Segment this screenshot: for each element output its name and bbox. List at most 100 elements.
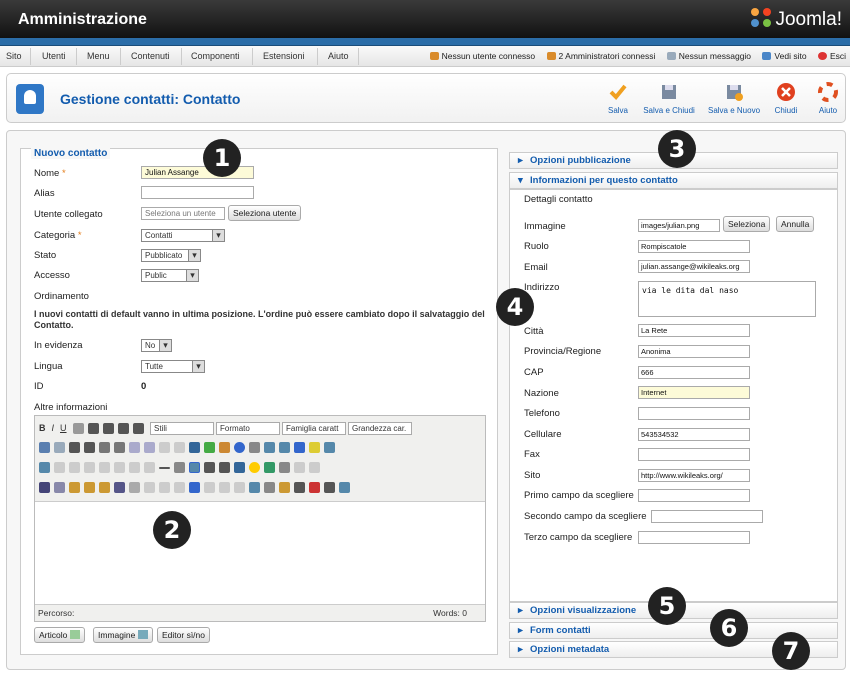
paste-word-icon[interactable] — [99, 482, 110, 494]
font-size-select[interactable]: Grandezza car. — [348, 422, 413, 435]
edit-icon[interactable] — [39, 462, 50, 474]
merge-cells-icon[interactable] — [144, 462, 155, 474]
rtl-icon[interactable] — [309, 462, 320, 474]
redo-icon[interactable] — [144, 442, 155, 454]
close-button[interactable]: Chiudi — [772, 82, 800, 115]
acronym-icon[interactable] — [234, 482, 245, 494]
delete-row-icon[interactable] — [114, 462, 125, 474]
emoticon-icon[interactable] — [249, 462, 260, 474]
format-select[interactable]: Formato — [216, 422, 281, 435]
styles-select[interactable]: Stili — [150, 422, 215, 435]
image-icon[interactable] — [204, 442, 215, 454]
province-field[interactable]: Anonima — [638, 345, 750, 358]
insert-time-icon[interactable] — [279, 442, 290, 454]
joomla-logo[interactable]: Joomla! — [751, 8, 842, 31]
del-icon[interactable] — [249, 482, 260, 494]
styleprops-icon[interactable] — [189, 482, 200, 494]
third-custom-field[interactable] — [638, 531, 750, 544]
strikethrough-icon[interactable] — [72, 423, 84, 434]
address-field[interactable]: via le dita dal naso — [638, 281, 816, 317]
cite-icon[interactable] — [204, 482, 215, 494]
preview-icon[interactable] — [324, 442, 335, 454]
help-icon[interactable] — [234, 442, 245, 454]
access-select[interactable]: Public — [141, 269, 199, 282]
special-char-icon[interactable] — [234, 462, 245, 474]
text-color-icon[interactable] — [294, 442, 305, 454]
ltr-icon[interactable] — [294, 462, 305, 474]
cleanup-icon[interactable] — [219, 442, 230, 454]
menu-item-estensioni[interactable]: Estensioni — [263, 51, 305, 61]
menu-item-menu[interactable]: Menu — [87, 51, 110, 61]
underline-icon[interactable]: U — [60, 423, 67, 433]
language-select[interactable]: Tutte — [141, 360, 205, 373]
alias-field[interactable] — [141, 186, 254, 199]
cut-icon[interactable] — [39, 482, 50, 494]
bold-icon[interactable]: B — [39, 423, 46, 433]
insert-row-icon[interactable] — [99, 462, 110, 474]
indent-icon[interactable] — [114, 442, 125, 454]
replace-icon[interactable] — [54, 442, 65, 454]
find-icon[interactable] — [39, 442, 50, 454]
copy-icon[interactable] — [54, 482, 65, 494]
numbered-list-icon[interactable] — [84, 442, 95, 454]
link-icon[interactable] — [159, 442, 170, 454]
blockquote-icon[interactable] — [324, 482, 335, 494]
featured-select[interactable]: No — [141, 339, 172, 352]
template-icon[interactable] — [309, 482, 320, 494]
undo-icon[interactable] — [129, 442, 140, 454]
insert-layer-icon[interactable] — [129, 482, 140, 494]
website-field[interactable]: http://www.wikileaks.org/ — [638, 469, 750, 482]
move-backward-icon[interactable] — [159, 482, 170, 494]
fullscreen-icon[interactable] — [339, 482, 350, 494]
highlight-icon[interactable] — [309, 442, 320, 454]
align-left-icon[interactable] — [87, 423, 99, 434]
image-button[interactable]: Immagine — [93, 627, 153, 643]
anchor-icon[interactable] — [189, 442, 200, 454]
menu-item-utenti[interactable]: Utenti — [42, 51, 66, 61]
row-props-icon[interactable] — [69, 462, 80, 474]
linked-user-field[interactable]: Seleziona un utente — [141, 207, 225, 220]
ins-icon[interactable] — [264, 482, 275, 494]
superscript-icon[interactable] — [219, 462, 230, 474]
unlink-icon[interactable] — [174, 442, 185, 454]
media-icon[interactable] — [264, 462, 275, 474]
cell-props-icon[interactable] — [84, 462, 95, 474]
html-icon[interactable] — [249, 442, 260, 454]
absolute-icon[interactable] — [174, 482, 185, 494]
menu-item-sito[interactable]: Sito — [6, 51, 22, 61]
phone-field[interactable] — [638, 407, 750, 420]
align-center-icon[interactable] — [102, 423, 114, 434]
menu-item-componenti[interactable]: Componenti — [191, 51, 240, 61]
menu-item-contenuti[interactable]: Contenuti — [131, 51, 170, 61]
fax-field[interactable] — [638, 448, 750, 461]
email-field[interactable]: julian.assange@wikileaks.org — [638, 260, 750, 273]
mobile-field[interactable]: 543534532 — [638, 428, 750, 441]
toggle-editor-button[interactable]: Editor sì/no — [157, 627, 210, 643]
select-all-icon[interactable] — [114, 482, 125, 494]
subscript-icon[interactable] — [204, 462, 215, 474]
role-field[interactable]: Rompiscatole — [638, 240, 750, 253]
horizontal-rule-icon[interactable] — [159, 466, 170, 469]
italic-icon[interactable]: I — [52, 423, 55, 433]
help-button[interactable]: Aiuto — [815, 82, 841, 115]
category-select[interactable]: Contatti — [141, 229, 225, 242]
image-field[interactable]: images/julian.png — [638, 219, 720, 232]
menu-item-aiuto[interactable]: Aiuto — [328, 51, 349, 61]
bullet-list-icon[interactable] — [69, 442, 80, 454]
save-new-button[interactable]: Salva e Nuovo — [704, 82, 764, 115]
move-forward-icon[interactable] — [144, 482, 155, 494]
insert-date-icon[interactable] — [264, 442, 275, 454]
status-logout[interactable]: Esci — [817, 51, 846, 61]
align-justify-icon[interactable] — [132, 423, 144, 434]
attribs-icon[interactable] — [279, 482, 290, 494]
paste-text-icon[interactable] — [84, 482, 95, 494]
status-messages[interactable]: Nessun messaggio — [666, 51, 751, 61]
visual-aid-icon[interactable] — [189, 462, 200, 474]
font-family-select[interactable]: Famiglia caratt — [282, 422, 347, 435]
save-close-button[interactable]: Salva e Chiudi — [639, 82, 699, 115]
city-field[interactable]: La Rete — [638, 324, 750, 337]
second-custom-field[interactable] — [651, 510, 763, 523]
abbr-icon[interactable] — [219, 482, 230, 494]
paste-icon[interactable] — [69, 482, 80, 494]
editor-content-area[interactable] — [35, 502, 485, 605]
